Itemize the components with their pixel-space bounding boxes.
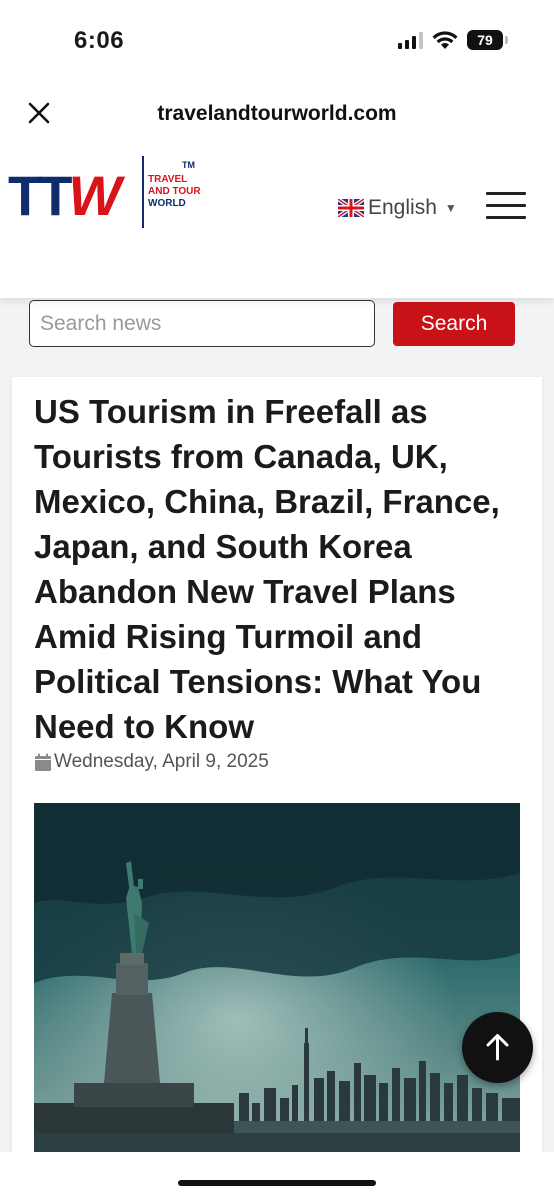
- url-text[interactable]: travelandtourworld.com: [0, 102, 554, 126]
- site-header: TTW TM TRAVEL AND TOUR WORLD English ▼: [0, 140, 554, 298]
- cellular-signal-icon: [398, 31, 423, 49]
- search-button[interactable]: Search: [393, 302, 515, 346]
- back-to-top-button[interactable]: [462, 1012, 533, 1083]
- home-indicator[interactable]: [178, 1180, 376, 1186]
- logo-mark: TTW: [8, 164, 121, 227]
- language-label: English: [368, 196, 437, 219]
- logo-divider: [142, 156, 144, 228]
- battery-level: 79: [467, 30, 503, 50]
- uk-flag-icon: [338, 199, 364, 217]
- browser-url-bar: travelandtourworld.com: [0, 88, 554, 140]
- article-hero-image[interactable]: [34, 803, 520, 1153]
- article-date-row: Wednesday, April 9, 2025: [34, 751, 269, 773]
- status-bar: 6:06 79: [0, 0, 554, 80]
- hamburger-menu-icon[interactable]: [486, 192, 526, 220]
- article-title[interactable]: US Tourism in Freefall as Tourists from …: [34, 389, 534, 749]
- article-date: Wednesday, April 9, 2025: [54, 751, 269, 772]
- arrow-up-icon: [486, 1034, 509, 1061]
- wifi-icon: [432, 30, 458, 49]
- caret-down-icon: ▼: [444, 201, 457, 215]
- language-selector[interactable]: English ▼: [338, 196, 457, 220]
- browser-bottom-bar: [0, 1152, 554, 1200]
- battery-icon: 79: [467, 30, 508, 50]
- logo-trademark: TM: [182, 160, 195, 170]
- search-input[interactable]: [29, 300, 375, 347]
- status-time: 6:06: [74, 27, 125, 54]
- calendar-icon: [35, 753, 51, 771]
- status-icons: 79: [398, 30, 508, 50]
- logo-text: TRAVEL AND TOUR WORLD: [148, 174, 201, 209]
- site-logo[interactable]: TTW TM TRAVEL AND TOUR WORLD: [8, 154, 208, 234]
